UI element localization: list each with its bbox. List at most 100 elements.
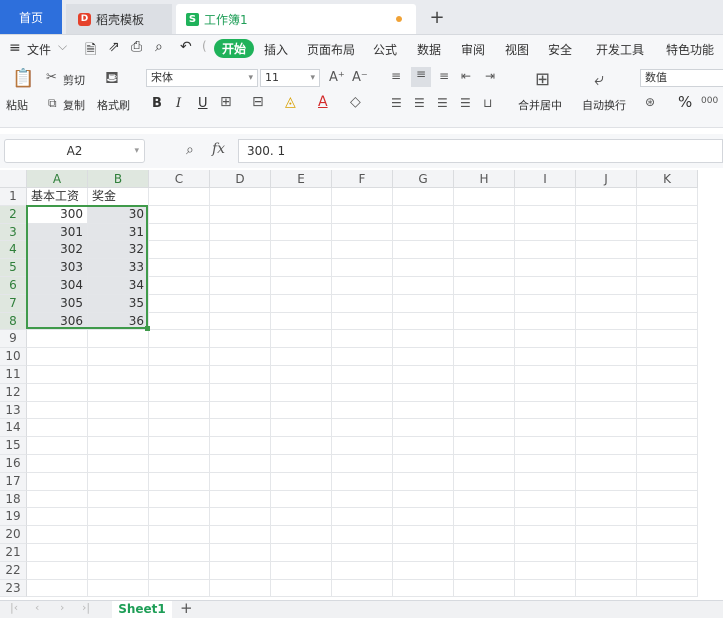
row-header-14[interactable]: 14 [0, 419, 27, 438]
indent-increase-icon[interactable]: ⇥ [485, 69, 495, 83]
cell-h16[interactable] [454, 455, 515, 473]
cell-a9[interactable] [27, 330, 88, 349]
cell-d5[interactable] [210, 259, 271, 277]
row-header-18[interactable]: 18 [0, 490, 27, 509]
cell-c8[interactable] [149, 312, 210, 331]
cell-g23[interactable] [393, 579, 454, 598]
cell-a4[interactable]: 302 [27, 241, 88, 260]
cell-k17[interactable] [637, 472, 698, 491]
save-icon[interactable]: 🗎 [85, 39, 96, 63]
cell-f1[interactable] [332, 188, 393, 206]
cell-b11[interactable] [88, 366, 149, 384]
merge-center-icon[interactable]: ⊞ [535, 69, 550, 90]
cell-g14[interactable] [393, 419, 454, 438]
cell-a1[interactable]: 基本工资 [27, 188, 88, 206]
align-bottom-icon[interactable]: ≡ [439, 69, 449, 83]
cell-d11[interactable] [210, 366, 271, 384]
paste-icon[interactable]: 📋 [12, 68, 34, 89]
cell-i21[interactable] [515, 544, 576, 562]
cell-e11[interactable] [271, 366, 332, 384]
cell-k10[interactable] [637, 348, 698, 366]
cell-h9[interactable] [454, 330, 515, 349]
cell-j17[interactable] [576, 472, 637, 491]
cell-i9[interactable] [515, 330, 576, 349]
cell-b20[interactable] [88, 526, 149, 544]
align-middle-icon[interactable]: ≡ [411, 67, 431, 87]
cell-f17[interactable] [332, 472, 393, 491]
cell-a3[interactable]: 301 [27, 223, 88, 242]
cell-j11[interactable] [576, 366, 637, 384]
cell-i8[interactable] [515, 312, 576, 331]
cell-i6[interactable] [515, 277, 576, 295]
cell-j8[interactable] [576, 312, 637, 331]
cell-k4[interactable] [637, 241, 698, 260]
cell-g13[interactable] [393, 401, 454, 420]
cell-j20[interactable] [576, 526, 637, 544]
cell-e14[interactable] [271, 419, 332, 438]
cell-e12[interactable] [271, 383, 332, 402]
wrap-text-icon[interactable]: ⤶ [594, 69, 604, 90]
cell-f21[interactable] [332, 544, 393, 562]
cell-i7[interactable] [515, 294, 576, 313]
row-header-8[interactable]: 8 [0, 312, 27, 331]
cell-b4[interactable]: 32 [88, 241, 149, 260]
cell-d10[interactable] [210, 348, 271, 366]
cell-b22[interactable] [88, 561, 149, 580]
cell-e7[interactable] [271, 294, 332, 313]
align-center-icon[interactable]: ☰ [414, 96, 425, 110]
copy-button[interactable]: 复制 [63, 97, 85, 113]
cell-c4[interactable] [149, 241, 210, 260]
cell-k22[interactable] [637, 561, 698, 580]
cell-h17[interactable] [454, 472, 515, 491]
cell-d16[interactable] [210, 455, 271, 473]
menu-special[interactable]: 特色功能 [666, 41, 714, 58]
cell-b12[interactable] [88, 383, 149, 402]
paste-button[interactable]: 粘贴 [6, 97, 28, 113]
percent-button[interactable]: % [678, 93, 692, 111]
cell-d2[interactable] [210, 205, 271, 224]
cell-h5[interactable] [454, 259, 515, 277]
row-header-5[interactable]: 5 [0, 259, 27, 277]
cell-b13[interactable] [88, 401, 149, 420]
column-header-e[interactable]: E [271, 170, 332, 188]
cell-j10[interactable] [576, 348, 637, 366]
menu-security[interactable]: 安全 [548, 41, 572, 58]
indent-decrease-icon[interactable]: ⇤ [461, 69, 471, 83]
cell-i17[interactable] [515, 472, 576, 491]
cell-f3[interactable] [332, 223, 393, 242]
cell-b6[interactable]: 34 [88, 277, 149, 295]
cell-d17[interactable] [210, 472, 271, 491]
bold-button[interactable]: B [152, 96, 162, 111]
cell-j15[interactable] [576, 437, 637, 455]
formula-input[interactable]: 300. 1 [238, 139, 723, 163]
cell-a13[interactable] [27, 401, 88, 420]
cell-i4[interactable] [515, 241, 576, 260]
cell-c13[interactable] [149, 401, 210, 420]
scissors-icon[interactable]: ✂ [46, 70, 57, 85]
row-header-2[interactable]: 2 [0, 205, 27, 224]
cell-d7[interactable] [210, 294, 271, 313]
cell-a10[interactable] [27, 348, 88, 366]
cell-d21[interactable] [210, 544, 271, 562]
row-header-17[interactable]: 17 [0, 472, 27, 491]
cell-d13[interactable] [210, 401, 271, 420]
row-header-23[interactable]: 23 [0, 579, 27, 598]
menu-insert[interactable]: 插入 [264, 41, 288, 58]
cell-b23[interactable] [88, 579, 149, 598]
menu-start[interactable]: 开始 [214, 39, 255, 58]
cell-a15[interactable] [27, 437, 88, 455]
cell-i10[interactable] [515, 348, 576, 366]
cell-d1[interactable] [210, 188, 271, 206]
cell-h22[interactable] [454, 561, 515, 580]
cell-b9[interactable] [88, 330, 149, 349]
tab-workbook[interactable]: S 工作簿1 [176, 4, 416, 34]
cell-b16[interactable] [88, 455, 149, 473]
cell-a6[interactable]: 304 [27, 277, 88, 295]
row-header-11[interactable]: 11 [0, 366, 27, 384]
cell-e22[interactable] [271, 561, 332, 580]
cell-j6[interactable] [576, 277, 637, 295]
cell-f22[interactable] [332, 561, 393, 580]
cell-b5[interactable]: 33 [88, 259, 149, 277]
cell-b14[interactable] [88, 419, 149, 438]
cell-a7[interactable]: 305 [27, 294, 88, 313]
